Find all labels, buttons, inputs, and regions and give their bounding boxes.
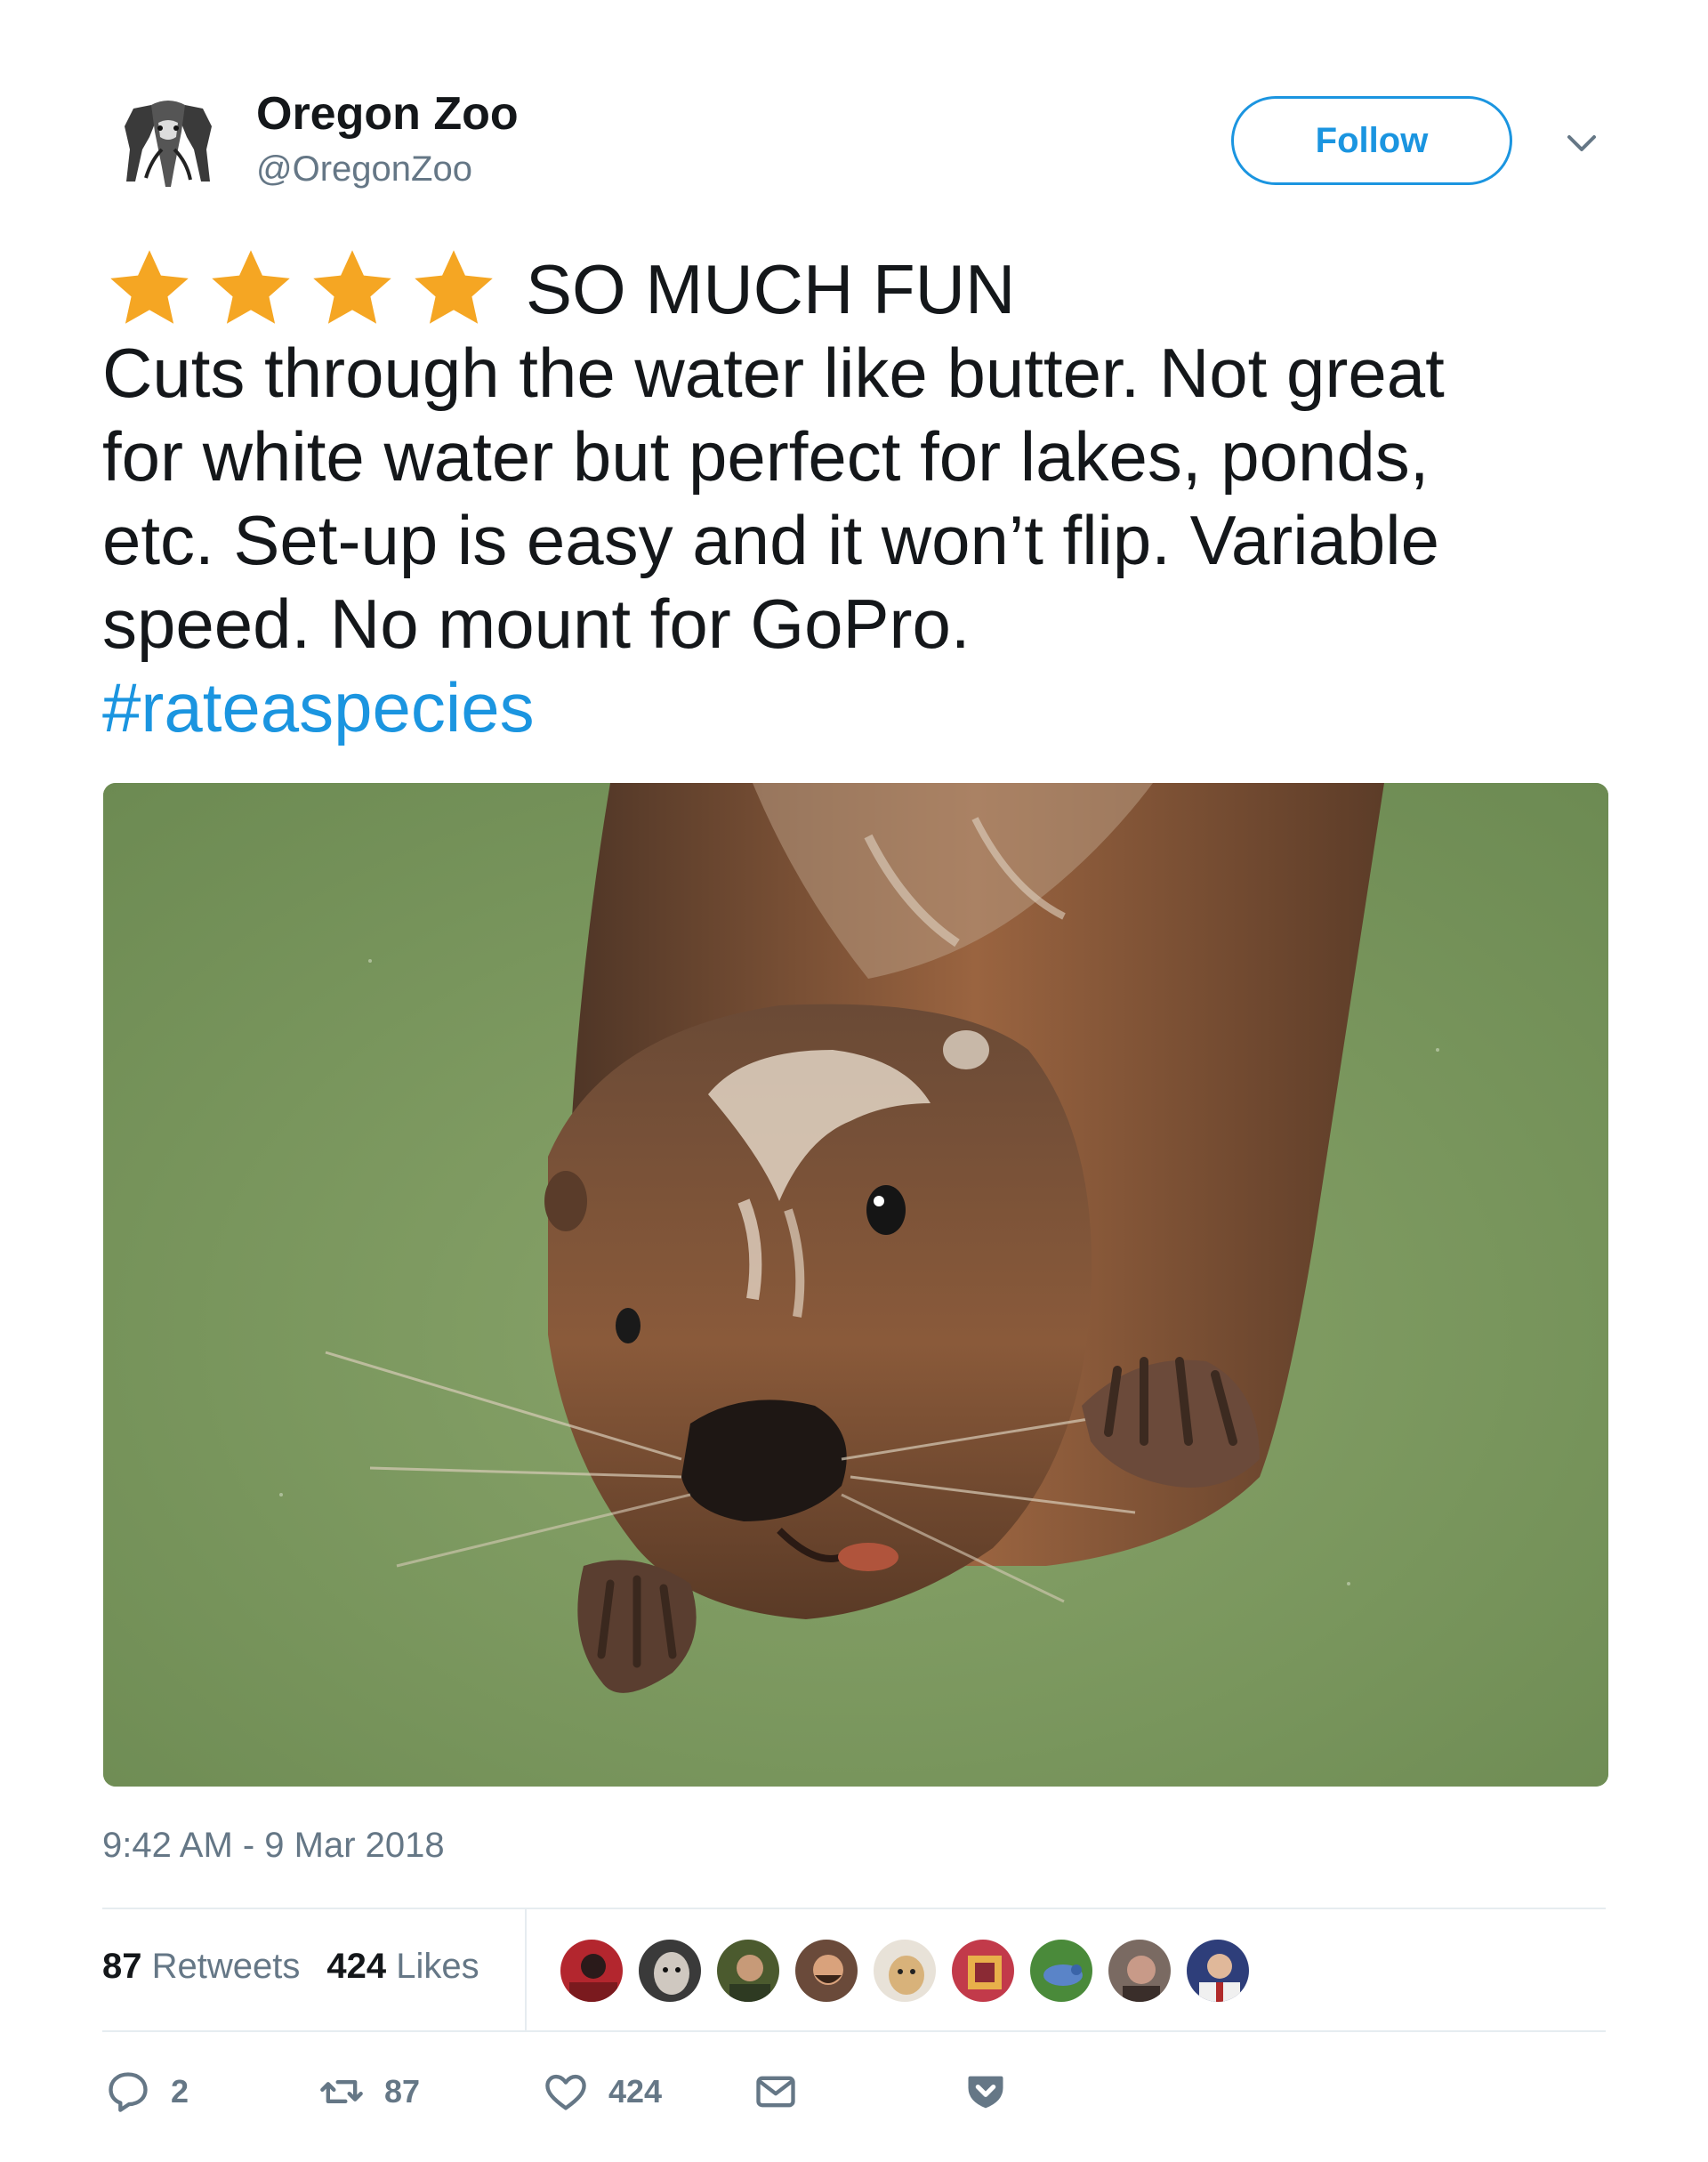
tweet-headline: SO MUCH FUN xyxy=(526,250,1016,328)
account-display-name[interactable]: Oregon Zoo xyxy=(256,87,519,141)
liker-avatars xyxy=(559,1938,1251,2004)
save-to-pocket-button[interactable] xyxy=(963,2069,1009,2115)
likes-count: 424 xyxy=(326,1947,387,1986)
rating-headline: SO MUCH FUN xyxy=(102,247,1615,331)
star-icon xyxy=(110,250,189,324)
likes-label: Likes xyxy=(396,1947,479,1986)
liker-avatar[interactable] xyxy=(872,1938,938,2004)
tweet-body-line: speed. No mount for GoPro. xyxy=(102,585,971,663)
envelope-icon xyxy=(756,2076,795,2108)
liker-avatar[interactable] xyxy=(794,1938,859,2004)
liker-avatar[interactable] xyxy=(1185,1938,1251,2004)
chevron-down-icon[interactable] xyxy=(1562,125,1601,160)
tweet-text: SO MUCH FUN Cuts through the water like … xyxy=(102,247,1615,749)
retweets-label: Retweets xyxy=(151,1947,301,1986)
tweet-stats: 87 Retweets 424 Likes xyxy=(102,1947,479,1987)
retweet-count: 87 xyxy=(384,2073,421,2110)
tweet-photo[interactable] xyxy=(103,783,1608,1787)
star-icon xyxy=(212,250,290,324)
like-count: 424 xyxy=(608,2073,663,2110)
elephant-logo-icon xyxy=(116,96,221,194)
tweet-body-line: etc. Set-up is easy and it won’t flip. V… xyxy=(102,501,1439,579)
pocket-icon xyxy=(968,2076,1003,2109)
retweets-count: 87 xyxy=(102,1947,142,1986)
follow-button[interactable]: Follow xyxy=(1231,96,1512,185)
divider xyxy=(102,1908,1606,1909)
rating-stars xyxy=(102,245,501,334)
like-button[interactable]: 424 xyxy=(543,2069,662,2115)
vertical-divider xyxy=(525,1909,527,2030)
direct-message-button[interactable] xyxy=(753,2069,799,2115)
reply-icon xyxy=(109,2072,148,2112)
liker-avatar[interactable] xyxy=(1107,1938,1172,2004)
tweet-body-line: Cuts through the water like butter. Not … xyxy=(102,334,1445,412)
retweet-button[interactable]: 87 xyxy=(318,2069,420,2115)
tweet-timestamp[interactable]: 9:42 AM - 9 Mar 2018 xyxy=(102,1826,445,1866)
tweet-body-line: for white water but perfect for lakes, p… xyxy=(102,417,1430,496)
account-handle[interactable]: @OregonZoo xyxy=(256,149,472,190)
star-icon xyxy=(415,250,493,324)
divider xyxy=(102,2030,1606,2032)
reply-button[interactable]: 2 xyxy=(105,2069,189,2115)
star-icon xyxy=(313,250,391,324)
liker-avatar[interactable] xyxy=(1028,1938,1094,2004)
liker-avatar[interactable] xyxy=(715,1938,781,2004)
otter-photo-icon xyxy=(103,783,1608,1787)
tweet-card: Oregon Zoo @OregonZoo Follow SO MUCH FUN… xyxy=(0,0,1708,2162)
liker-avatar[interactable] xyxy=(637,1938,703,2004)
liker-avatar[interactable] xyxy=(559,1938,624,2004)
retweets-stat[interactable]: 87 Retweets xyxy=(102,1947,300,1987)
likes-stat[interactable]: 424 Likes xyxy=(326,1947,479,1987)
retweet-icon xyxy=(320,2080,363,2103)
liker-avatar[interactable] xyxy=(950,1938,1016,2004)
heart-icon xyxy=(545,2074,586,2110)
oregon-zoo-avatar[interactable] xyxy=(116,96,221,194)
reply-count: 2 xyxy=(171,2073,189,2110)
hashtag-link[interactable]: #rateaspecies xyxy=(102,666,1615,749)
